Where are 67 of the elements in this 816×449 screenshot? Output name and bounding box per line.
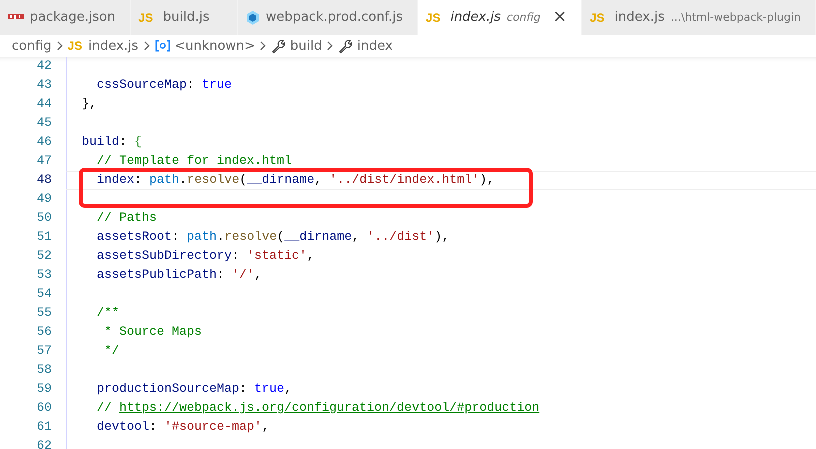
chevron-right-icon bbox=[326, 41, 334, 51]
code-line: assetsRoot: path.resolve(__dirname, '../dist'), bbox=[96, 230, 450, 244]
code-line: /** bbox=[96, 306, 120, 320]
line-number: 50 bbox=[36, 210, 53, 227]
code-line: productionSourceMap: true, bbox=[96, 382, 292, 396]
editor-tab[interactable]: JS index.js ...\html-webpack-plugin bbox=[582, 0, 816, 35]
line-number: 59 bbox=[36, 381, 53, 398]
tab-label: index.js bbox=[614, 10, 665, 25]
editor-tab[interactable]: JS index.js config × bbox=[418, 0, 582, 35]
line-number: 53 bbox=[36, 267, 53, 284]
editor-tab[interactable]: JS build.js bbox=[130, 0, 238, 35]
tab-label: package.json bbox=[30, 10, 116, 25]
tab-label: index.js bbox=[450, 10, 502, 25]
code-line: */ bbox=[104, 344, 120, 358]
chevron-right-icon bbox=[56, 41, 64, 51]
code-line: cssSourceMap: true bbox=[96, 78, 232, 92]
breadcrumb-item[interactable]: config bbox=[12, 38, 52, 54]
close-icon[interactable]: × bbox=[552, 9, 568, 26]
line-number: 44 bbox=[36, 96, 53, 113]
line-number: 47 bbox=[36, 153, 53, 170]
code-line: // Template for index.html bbox=[96, 154, 292, 168]
editor-tab[interactable]: webpack.prod.conf.js bbox=[238, 0, 418, 35]
breadcrumb-item[interactable]: index.js bbox=[88, 38, 139, 54]
tab-description: config bbox=[507, 11, 541, 24]
code-line: // Paths bbox=[96, 211, 158, 225]
line-number: 49 bbox=[36, 191, 53, 208]
code-line: * Source Maps bbox=[104, 325, 202, 339]
editor-tab[interactable]: package.json bbox=[0, 0, 131, 35]
chevron-right-icon bbox=[142, 41, 151, 51]
code-line: assetsPublicPath: '/', bbox=[96, 268, 262, 282]
line-number: 45 bbox=[36, 115, 53, 132]
js-file-icon: JS bbox=[426, 10, 441, 24]
line-number: 56 bbox=[36, 324, 53, 341]
js-file-icon: JS bbox=[138, 10, 154, 24]
line-number: 48 bbox=[36, 172, 53, 189]
wrench-icon bbox=[271, 38, 286, 54]
tab-label: webpack.prod.conf.js bbox=[266, 10, 404, 25]
chevron-right-icon bbox=[259, 41, 268, 51]
line-number: 62 bbox=[36, 438, 53, 449]
js-file-icon: JS bbox=[590, 10, 605, 24]
line-number: 60 bbox=[36, 400, 53, 417]
breadcrumb-item[interactable]: index bbox=[357, 38, 393, 54]
code-line: build: { bbox=[81, 135, 142, 149]
line-number: 46 bbox=[36, 134, 53, 151]
code-line: devtool: '#source-map', bbox=[96, 420, 270, 434]
code-line: }, bbox=[81, 97, 98, 111]
line-number: 51 bbox=[36, 229, 53, 246]
code-line: index: path.resolve(__dirname, '../dist/index.html'), bbox=[96, 173, 495, 187]
braces-icon bbox=[154, 40, 171, 52]
breadcrumb-item[interactable]: <unknown> bbox=[174, 38, 256, 54]
line-number: 61 bbox=[36, 419, 53, 436]
breadcrumb-item[interactable]: build bbox=[290, 38, 322, 54]
line-number: 54 bbox=[36, 286, 53, 303]
tab-label: build.js bbox=[163, 10, 210, 25]
npm-logo-icon bbox=[8, 14, 24, 21]
wrench-icon bbox=[338, 38, 354, 54]
js-file-icon: JS bbox=[68, 39, 82, 53]
line-number: 42 bbox=[36, 58, 53, 75]
cube-icon bbox=[246, 10, 260, 26]
line-number: 57 bbox=[36, 343, 53, 360]
line-number: 43 bbox=[36, 77, 53, 94]
code-line: // https://webpack.js.org/configuration/devtool/#production bbox=[96, 401, 540, 415]
code-line: assetsSubDirectory: 'static', bbox=[96, 249, 315, 263]
line-number: 52 bbox=[36, 248, 53, 265]
tab-description: ...\html-webpack-plugin bbox=[670, 11, 801, 24]
line-number: 58 bbox=[36, 362, 53, 379]
line-number: 55 bbox=[36, 305, 53, 322]
